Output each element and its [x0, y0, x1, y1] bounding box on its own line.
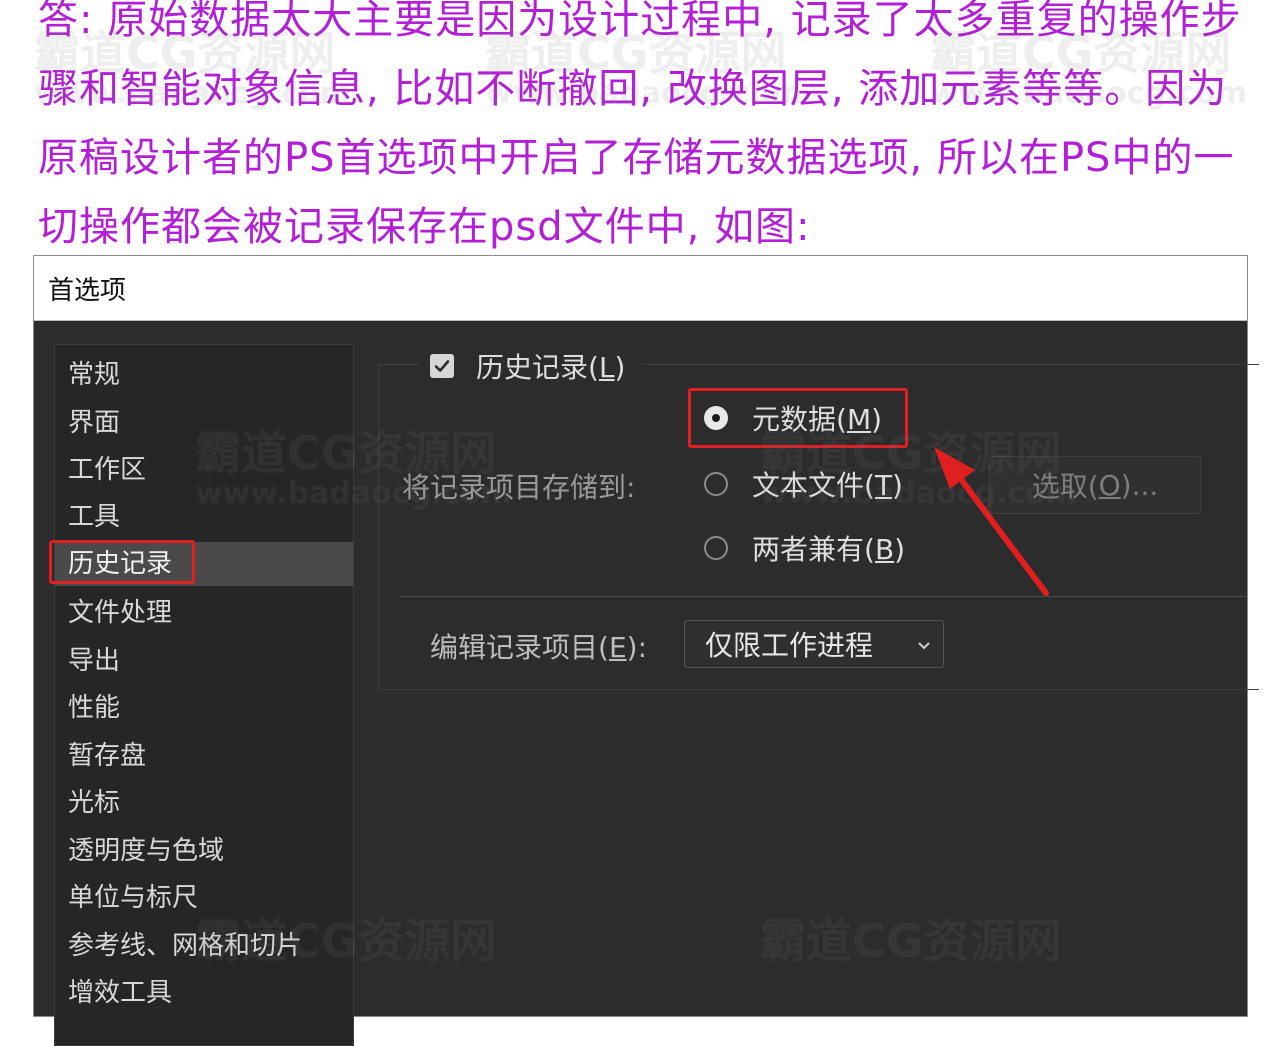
radio-both[interactable]: 两者兼有(B) [704, 528, 905, 568]
sidebar-item-interface[interactable]: 界面 [55, 401, 353, 445]
dialog-titlebar: 首选项 [34, 256, 1247, 321]
chevron-down-icon [918, 642, 930, 650]
sidebar-item-label: 工作区 [68, 455, 147, 485]
sidebar-item-units-rulers[interactable]: 单位与标尺 [55, 876, 353, 920]
sidebar-item-history[interactable]: 历史记录 [49, 540, 353, 586]
sidebar-item-general[interactable]: 常规 [55, 353, 353, 397]
edit-log-items-value: 仅限工作进程 [705, 629, 874, 662]
sidebar-item-label: 暂存盘 [68, 741, 147, 771]
preferences-sidebar: 常规 界面 工作区 工具 历史记录 文件处理 导出 性能 暂存盘 光标 透明度与… [49, 344, 354, 1046]
group-divider [400, 596, 1246, 597]
sidebar-item-label: 导出 [68, 646, 121, 676]
history-checkbox-row[interactable]: 历史记录(L) [420, 342, 642, 390]
edit-log-items-select[interactable]: 仅限工作进程 [684, 620, 944, 668]
radio-text-file-button[interactable] [704, 472, 728, 496]
sidebar-item-label: 工具 [68, 502, 121, 532]
sidebar-item-label: 单位与标尺 [68, 883, 199, 913]
sidebar-item-label: 光标 [68, 788, 121, 818]
history-checkbox[interactable] [430, 354, 454, 378]
sidebar-item-plugins[interactable]: 增效工具 [55, 971, 353, 1015]
edit-log-items-label: 编辑记录项目(E): [430, 631, 647, 664]
radio-both-label: 两者兼有(B) [752, 533, 906, 566]
sidebar-item-workspace[interactable]: 工作区 [55, 448, 353, 492]
radio-text-file[interactable]: 文本文件(T) [704, 464, 903, 504]
sidebar-item-label: 增效工具 [68, 978, 173, 1008]
radio-both-button[interactable] [704, 536, 728, 560]
preferences-dialog: 首选项 常规 界面 工作区 工具 历史记录 文件处理 导出 性能 暂存盘 光标 … [33, 255, 1259, 1046]
store-log-items-label: 将记录项目存储到: [402, 471, 636, 504]
sidebar-item-label: 文件处理 [68, 598, 173, 628]
sidebar-item-file-handling[interactable]: 文件处理 [55, 591, 353, 635]
dialog-title: 首选项 [48, 276, 127, 306]
history-checkbox-label: 历史记录(L) [476, 351, 626, 384]
sidebar-item-label: 界面 [68, 408, 121, 438]
highlight-box [688, 388, 908, 448]
sidebar-item-transparency-gamut[interactable]: 透明度与色域 [55, 829, 353, 873]
sidebar-item-label: 常规 [68, 360, 121, 390]
sidebar-item-label: 透明度与色域 [68, 836, 225, 866]
sidebar-item-export[interactable]: 导出 [55, 639, 353, 683]
sidebar-item-guides-grid-slices[interactable]: 参考线、网格和切片 [55, 924, 353, 968]
checkmark-icon [434, 360, 450, 372]
sidebar-item-performance[interactable]: 性能 [55, 686, 353, 730]
sidebar-item-cursors[interactable]: 光标 [55, 781, 353, 825]
sidebar-item-tools[interactable]: 工具 [55, 495, 353, 539]
radio-text-file-label: 文本文件(T) [752, 469, 903, 502]
choose-button[interactable]: 选取(O)... [989, 456, 1201, 514]
sidebar-item-scratch-disks[interactable]: 暂存盘 [55, 734, 353, 778]
sidebar-item-label: 参考线、网格和切片 [68, 931, 303, 961]
sidebar-item-label: 性能 [68, 693, 121, 723]
caption-text: 答: 原始数据太大主要是因为设计过程中, 记录了太多重复的操作步骤和智能对象信息… [38, 0, 1242, 250]
highlight-box [49, 540, 195, 584]
